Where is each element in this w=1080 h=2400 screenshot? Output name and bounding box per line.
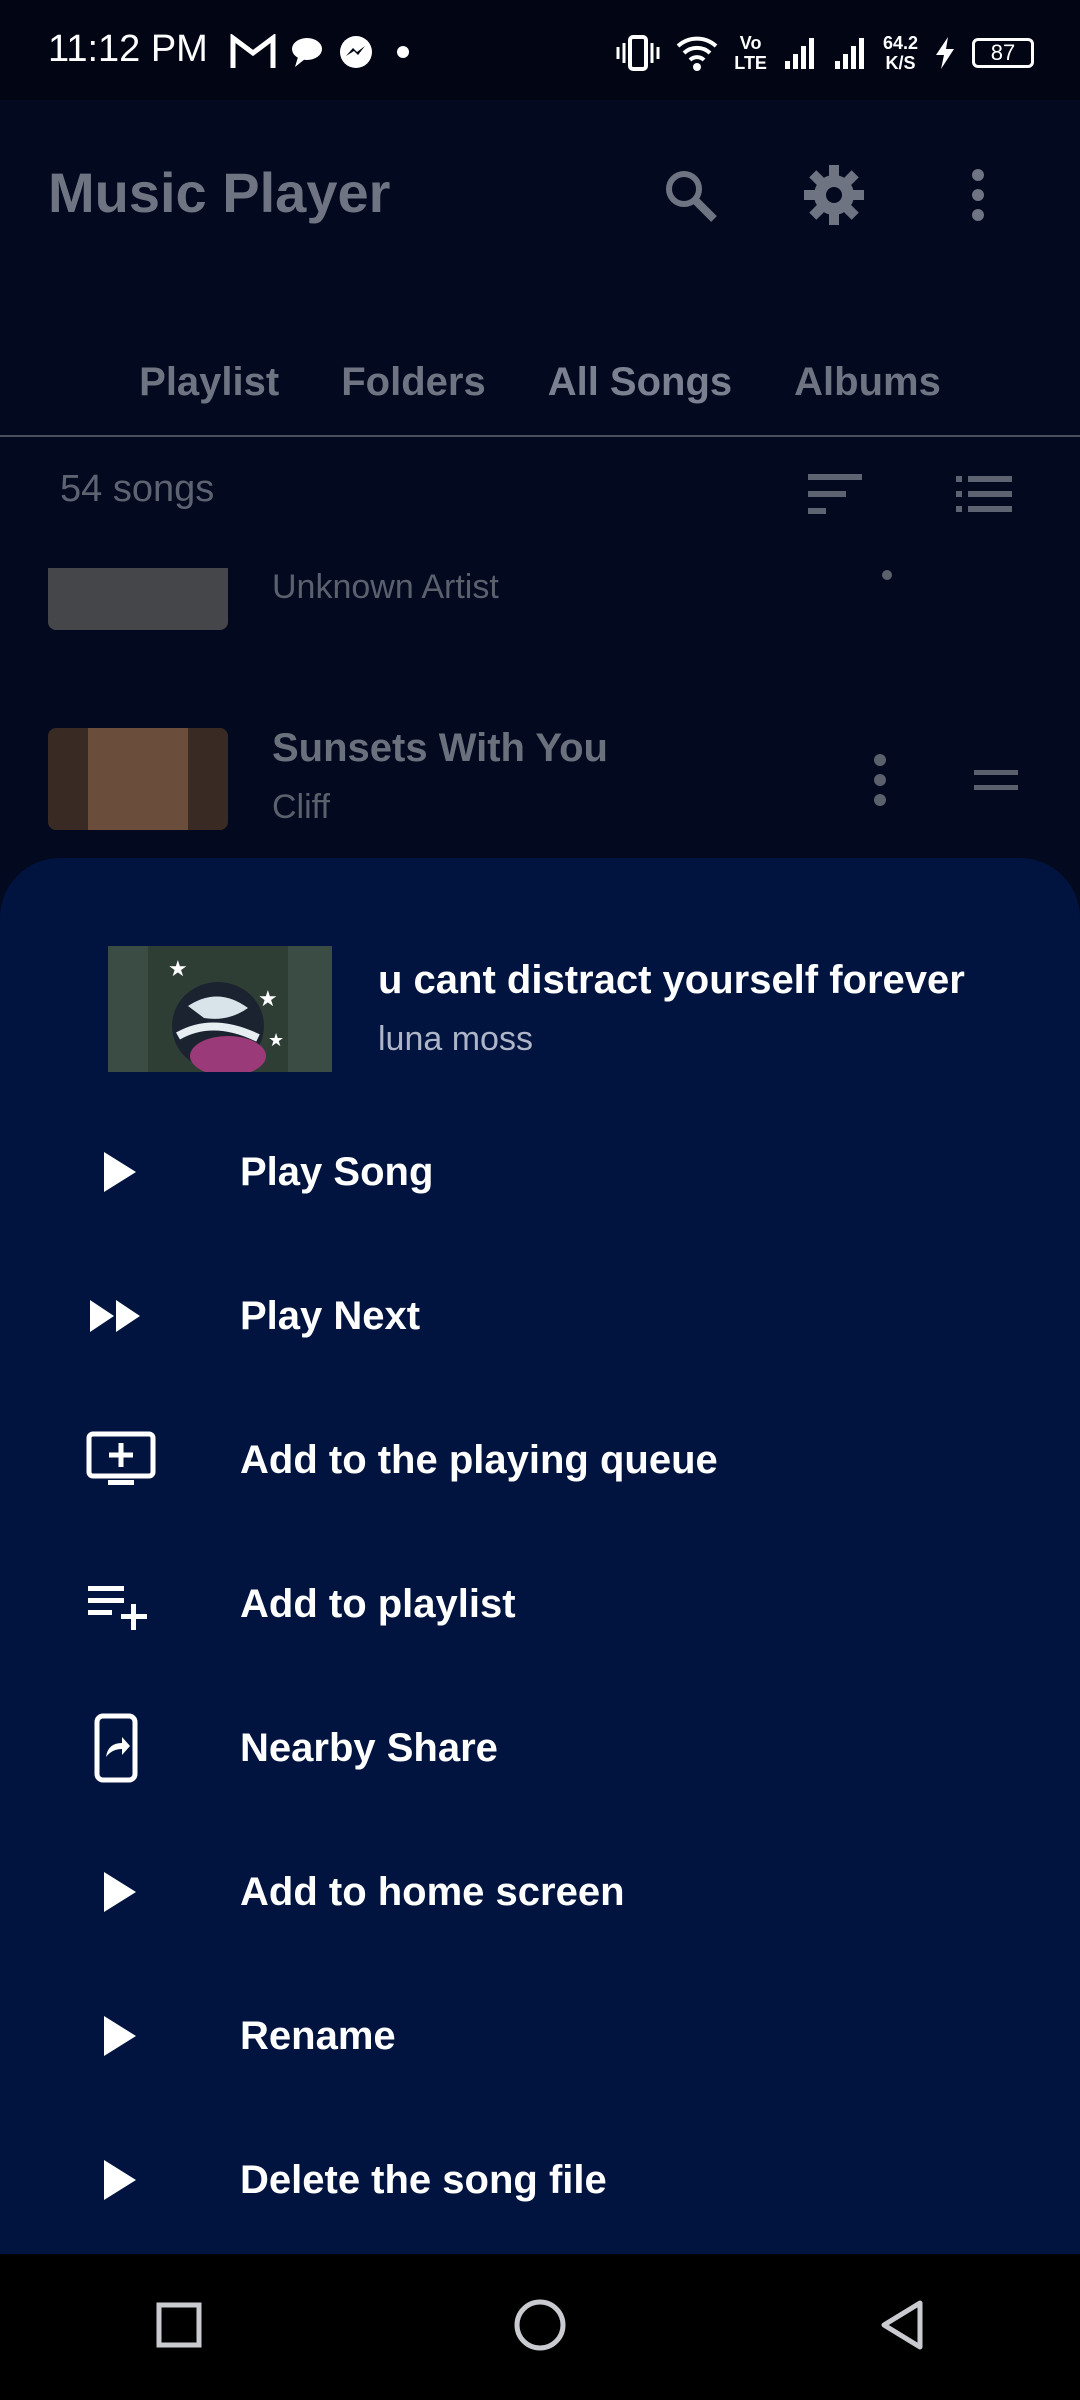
gmail-icon	[230, 34, 276, 68]
settings-button[interactable]	[794, 155, 874, 235]
recents-button[interactable]	[154, 2300, 204, 2355]
wifi-icon	[676, 36, 718, 71]
battery-indicator: 87	[972, 38, 1034, 68]
play-icon	[86, 1996, 206, 2076]
sort-button[interactable]	[806, 472, 866, 521]
play-icon	[86, 1852, 206, 1932]
action-label: Add to playlist	[240, 1581, 516, 1626]
song-count: 54 songs	[60, 468, 215, 510]
action-play-song[interactable]: Play Song	[0, 1100, 1080, 1244]
net-speed: 64.2 K/S	[883, 33, 918, 73]
add-to-queue-icon	[86, 1420, 206, 1500]
tab-folders[interactable]: Folders	[341, 360, 485, 430]
action-label: Add to the playing queue	[240, 1437, 718, 1482]
action-label: Add to home screen	[240, 1869, 625, 1914]
app-title: Music Player	[48, 161, 391, 224]
sort-icon	[808, 474, 862, 514]
signal-icon	[784, 38, 814, 69]
svg-text:★: ★	[258, 987, 278, 1012]
tab-all-songs[interactable]: All Songs	[548, 360, 732, 430]
back-triangle-icon	[881, 2300, 923, 2349]
play-icon	[86, 1132, 206, 1212]
tab-albums[interactable]: Albums	[794, 360, 941, 430]
action-add-to-home-screen[interactable]: Add to home screen	[0, 1820, 1080, 1964]
action-label: Rename	[240, 2013, 396, 2058]
album-cover-image: ★ ★ ★	[108, 946, 332, 1072]
action-add-to-playlist[interactable]: Add to playlist	[0, 1532, 1080, 1676]
vibrate-icon	[616, 35, 660, 71]
signal-icon-2	[834, 38, 864, 69]
action-nearby-share[interactable]: Nearby Share	[0, 1676, 1080, 1820]
svg-text:★: ★	[268, 1030, 284, 1051]
list-view-button[interactable]	[954, 474, 1014, 519]
gear-icon	[804, 165, 864, 225]
action-label: Nearby Share	[240, 1725, 498, 1770]
more-vert-icon[interactable]	[882, 570, 892, 580]
system-nav-bar	[0, 2254, 1080, 2400]
system-icons: Vo LTE 64.2 K/S 87	[616, 28, 1034, 78]
square-icon	[156, 2302, 202, 2347]
back-button[interactable]	[876, 2297, 926, 2358]
tab-bar: Playlist Folders All Songs Albums	[0, 360, 1080, 430]
action-delete-song-file[interactable]: Delete the song file	[0, 2108, 1080, 2252]
tab-divider	[0, 435, 1080, 437]
sheet-album-art: ★ ★ ★	[108, 946, 332, 1072]
list-icon	[956, 476, 1012, 512]
action-play-next[interactable]: Play Next	[0, 1244, 1080, 1388]
svg-text:★: ★	[168, 957, 188, 982]
more-options-button[interactable]	[938, 155, 1018, 235]
more-vert-icon	[874, 754, 886, 806]
nearby-share-icon	[86, 1708, 206, 1788]
album-art[interactable]	[48, 728, 228, 830]
playlist-add-icon	[86, 1564, 206, 1644]
song-title: Sunsets With You	[272, 726, 608, 770]
volte-top: Vo	[739, 33, 762, 53]
sheet-clip: Delete the song file	[0, 2108, 1080, 2254]
song-artist: Unknown Artist	[272, 568, 499, 606]
action-label: Play Next	[240, 1293, 421, 1338]
art-cover	[88, 728, 188, 830]
chat-bubble-icon	[292, 38, 322, 67]
search-button[interactable]	[650, 155, 730, 235]
messenger-icon	[340, 36, 372, 68]
album-art[interactable]	[48, 568, 228, 630]
circle-icon	[514, 2299, 566, 2350]
dot-icon	[397, 46, 409, 58]
status-bar: 11:12 PM Vo LTE 64.2 K/S 87	[0, 0, 1080, 100]
action-label: Play Song	[240, 1149, 434, 1194]
action-add-to-queue[interactable]: Add to the playing queue	[0, 1388, 1080, 1532]
song-artist: Cliff	[272, 788, 330, 826]
status-time: 11:12 PM	[48, 28, 208, 70]
more-vert-icon	[972, 169, 984, 221]
drag-handle[interactable]	[974, 768, 1018, 797]
play-icon	[86, 2140, 206, 2220]
net-speed-value: 64.2	[882, 33, 918, 53]
tab-playlist[interactable]: Playlist	[139, 360, 279, 430]
volte-bottom: LTE	[734, 53, 767, 73]
action-label: Delete the song file	[240, 2157, 607, 2202]
drag-handle-icon	[974, 770, 1018, 790]
song-more-button[interactable]	[870, 752, 890, 813]
fast-forward-icon	[86, 1276, 206, 1356]
volte-indicator: Vo LTE	[734, 33, 767, 73]
action-rename[interactable]: Rename	[0, 1964, 1080, 2108]
song-list: Unknown Artist Sunsets With You Cliff	[0, 568, 1080, 858]
sheet-song-artist: luna moss	[378, 1020, 533, 1058]
home-button[interactable]	[512, 2297, 568, 2358]
net-speed-unit: K/S	[885, 53, 916, 73]
search-icon	[666, 171, 717, 222]
charging-icon	[936, 37, 954, 69]
notification-icons	[230, 30, 418, 74]
sheet-song-title: u cant distract yourself forever	[378, 958, 965, 1002]
